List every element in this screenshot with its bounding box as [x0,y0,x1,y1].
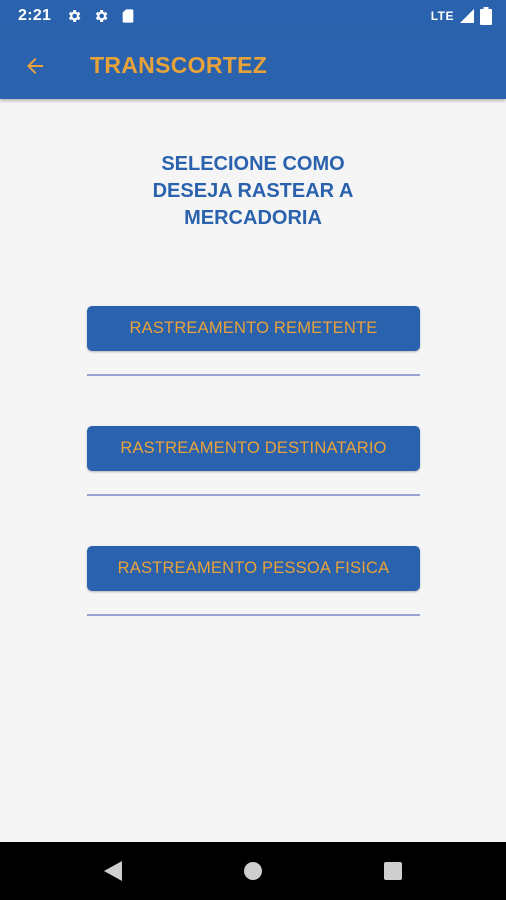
nav-recents-button[interactable] [381,859,405,883]
page-heading: SELECIONE COMO DESEJA RASTEAR A MERCADOR… [103,151,403,232]
divider [87,614,420,616]
divider [87,494,420,496]
nav-back-button[interactable] [101,859,125,883]
app-bar: TRANSCORTEZ [0,33,506,99]
recents-square-icon [384,862,402,880]
rastreamento-destinatario-button[interactable]: RASTREAMENTO DESTINATARIO [87,426,420,471]
rastreamento-remetente-button[interactable]: RASTREAMENTO REMETENTE [87,306,420,351]
divider [87,374,420,376]
app-title: TRANSCORTEZ [90,52,268,78]
rastreamento-pessoa-fisica-button[interactable]: RASTREAMENTO PESSOA FISICA [87,546,420,591]
heading-line-2: DESEJA RASTEAR A [152,180,354,202]
status-right-group: LTE [431,6,492,26]
back-button[interactable] [16,47,54,85]
nav-home-button[interactable] [241,859,265,883]
battery-icon [480,7,492,25]
gear-icon [68,10,81,22]
arrow-left-icon [27,58,43,74]
heading-line-3: MERCADORIA [184,207,322,229]
sd-card-icon [122,9,134,23]
signal-icon [460,9,474,23]
system-nav-bar [0,842,506,900]
status-time: 2:21 [18,7,52,24]
heading-line-1: SELECIONE COMO [161,153,345,175]
status-bar: 2:21 LTE [0,0,506,33]
network-type: LTE [430,9,454,23]
screen: 2:21 LTE TRANSCORTEZ SELECIONE COMO DESE… [0,0,506,900]
home-circle-icon [244,862,262,880]
back-triangle-icon [104,861,122,881]
gear-icon [95,10,108,22]
